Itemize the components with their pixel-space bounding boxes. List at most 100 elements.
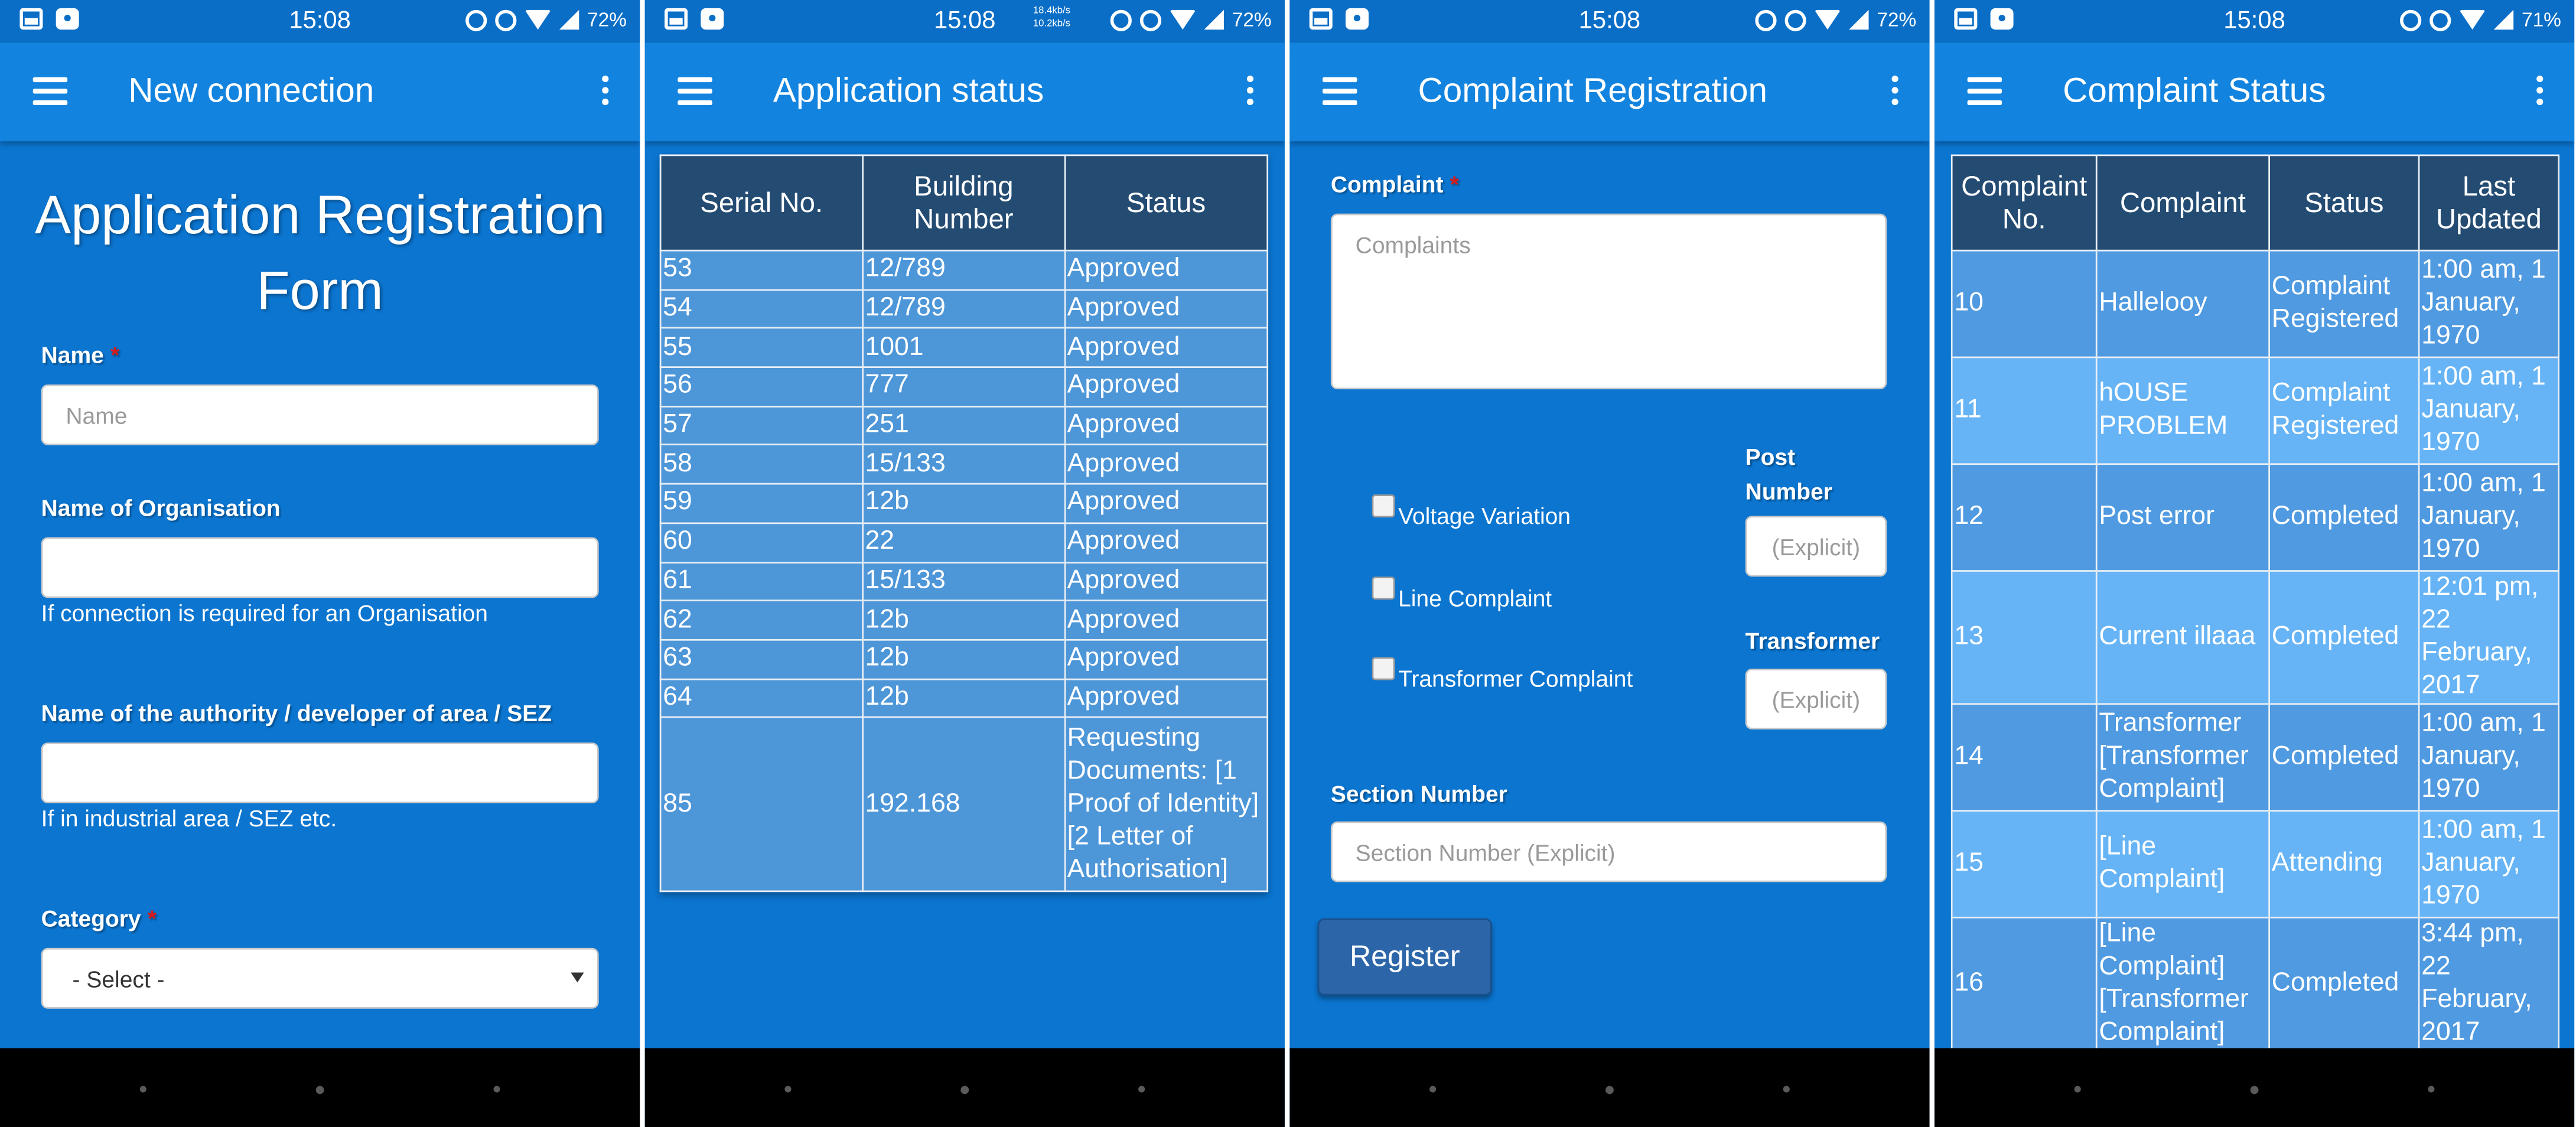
app-bar-title: Complaint Status	[2063, 72, 2326, 110]
voltage-variation-checkbox[interactable]	[1372, 494, 1395, 518]
cell-complaint: Current illaaa	[2095, 570, 2271, 705]
wifi-icon	[1814, 9, 1841, 30]
cell-last-updated: 3:44 pm, 22 February, 2017	[2418, 916, 2560, 1048]
table-row: 58 15/133 Approved	[659, 444, 1269, 485]
cell-serial-no: 53	[659, 249, 864, 291]
system-nav-bar	[1289, 1048, 1930, 1127]
cell-last-updated: 1:00 am, 1 January, 1970	[2418, 703, 2560, 812]
table-row: 12 Post error Completed 1:00 am, 1 January,…	[1950, 463, 2560, 572]
complaint-table-viewport[interactable]: Complaint No. Complaint Status Last Upda…	[1950, 154, 2560, 1048]
cell-status: Approved	[1064, 405, 1269, 446]
cell-building-number: 1001	[861, 327, 1066, 369]
nav-home-button[interactable]	[1605, 1086, 1614, 1095]
transformer-label: Transformer	[1745, 627, 1880, 654]
transformer-complaint-checkbox[interactable]	[1372, 657, 1395, 680]
nav-recents-button[interactable]	[1783, 1086, 1790, 1093]
voltage-variation-option[interactable]: Voltage Variation	[1372, 494, 1571, 529]
cell-status: Approved	[1064, 561, 1269, 602]
cell-status: Completed	[2268, 463, 2420, 572]
app-bar: Complaint Registration	[1289, 43, 1930, 142]
alarm-icon	[2430, 9, 2451, 31]
cell-status: Approved	[1064, 483, 1269, 524]
menu-icon[interactable]	[1967, 77, 2002, 105]
network-speed: 18.4kb/s 10.2kb/s	[1033, 5, 1070, 31]
battery-level: 72%	[587, 8, 627, 31]
nav-home-button[interactable]	[315, 1086, 324, 1095]
cell-status: Approved	[1064, 677, 1269, 719]
name-label: Name *	[41, 341, 120, 369]
line-complaint-checkbox[interactable]	[1372, 576, 1395, 600]
table-row: 64 12b Approved	[659, 677, 1269, 719]
phone-new-connection: 15:08 72% New connection Application Reg…	[0, 0, 640, 1127]
screenshot-stage: 15:08 72% New connection Application Reg…	[0, 0, 2576, 1127]
status-bar: 15:08 72%	[0, 0, 640, 43]
signal-icon	[1849, 9, 1869, 30]
cell-complaint-no: 12	[1950, 463, 2098, 572]
nav-home-button[interactable]	[960, 1086, 969, 1095]
menu-icon[interactable]	[678, 77, 712, 105]
menu-icon[interactable]	[1322, 77, 1357, 105]
table-row: 15 [Line Complaint] Attending 1:00 am, 1 Ja…	[1950, 810, 2560, 918]
wifi-icon	[1169, 9, 1196, 30]
app-bar-title: Complaint Registration	[1418, 72, 1768, 110]
cell-status: Complaint Registered	[2268, 356, 2420, 465]
nav-back-button[interactable]	[139, 1086, 146, 1093]
organisation-help-text: If connection is required for an Organis…	[41, 600, 488, 626]
organisation-input[interactable]	[41, 537, 599, 598]
line-complaint-label: Line Complaint	[1398, 585, 1552, 611]
cell-complaint: [Line Complaint] [Transformer Complaint]	[2095, 916, 2271, 1048]
cell-building-number: 15/133	[861, 561, 1066, 602]
nav-recents-button[interactable]	[493, 1086, 500, 1093]
name-input[interactable]	[41, 384, 599, 445]
cell-building-number: 12/789	[861, 288, 1066, 330]
nav-recents-button[interactable]	[2428, 1086, 2435, 1093]
app-bar-title: New connection	[128, 72, 374, 110]
table-row: 85 192.168 Requesting Documents: [1 Proof …	[659, 716, 1269, 893]
cell-status: Approved	[1064, 639, 1269, 680]
complaint-label: Complaint *	[1330, 171, 1459, 197]
cell-status: Completed	[2268, 570, 2420, 705]
cell-status: Approved	[1064, 522, 1269, 563]
table-row: 54 12/789 Approved	[659, 288, 1269, 330]
table-row: 55 1001 Approved	[659, 327, 1269, 369]
table-row: 11 hOUSE PROBLEM Complaint Registered 1:00 …	[1950, 356, 2560, 465]
data-saver-icon	[465, 9, 487, 31]
section-number-input[interactable]	[1330, 821, 1887, 882]
cell-building-number: 12b	[861, 600, 1066, 641]
nav-recents-button[interactable]	[1138, 1086, 1145, 1093]
overflow-menu-icon[interactable]	[2535, 75, 2545, 109]
post-number-input[interactable]	[1745, 516, 1887, 577]
nav-back-button[interactable]	[1429, 1086, 1437, 1093]
overflow-menu-icon[interactable]	[1245, 75, 1255, 109]
cell-status: Completed	[2268, 916, 2420, 1048]
cell-serial-no: 59	[659, 483, 864, 524]
table-row: 53 12/789 Approved	[659, 249, 1269, 291]
cell-status: Approved	[1064, 327, 1269, 369]
cell-serial-no: 55	[659, 327, 864, 369]
nav-back-button[interactable]	[784, 1086, 792, 1093]
overflow-menu-icon[interactable]	[1890, 75, 1900, 109]
complaint-textarea[interactable]	[1330, 213, 1887, 390]
app-bar: Application status	[644, 43, 1285, 142]
nav-back-button[interactable]	[2074, 1086, 2081, 1093]
cell-last-updated: 1:00 am, 1 January, 1970	[2418, 810, 2560, 918]
authority-input[interactable]	[41, 742, 599, 804]
register-button[interactable]: Register	[1317, 918, 1492, 996]
category-select[interactable]: - Select -	[41, 947, 599, 1009]
table-row: 61 15/133 Approved	[659, 561, 1269, 602]
table-row: 56 777 Approved	[659, 366, 1269, 408]
line-complaint-option[interactable]: Line Complaint	[1372, 576, 1552, 611]
nav-home-button[interactable]	[2250, 1086, 2259, 1095]
overflow-menu-icon[interactable]	[600, 75, 610, 109]
transformer-input[interactable]	[1745, 668, 1887, 729]
table-row: 14 Transformer [Transformer Complaint] Com…	[1950, 703, 2560, 812]
transformer-complaint-option[interactable]: Transformer Complaint	[1372, 657, 1633, 692]
table-row: 13 Current illaaa Completed 12:01 pm, 22 Fe…	[1950, 570, 2560, 705]
category-selected-value: - Select -	[72, 966, 165, 992]
menu-icon[interactable]	[32, 77, 68, 105]
cell-status: Requesting Documents: [1 Proof of Identi…	[1064, 716, 1269, 893]
cell-building-number: 777	[861, 366, 1066, 408]
cell-last-updated: 1:00 am, 1 January, 1970	[2418, 249, 2560, 359]
cell-building-number: 12/789	[861, 249, 1066, 291]
cell-building-number: 15/133	[861, 444, 1066, 485]
